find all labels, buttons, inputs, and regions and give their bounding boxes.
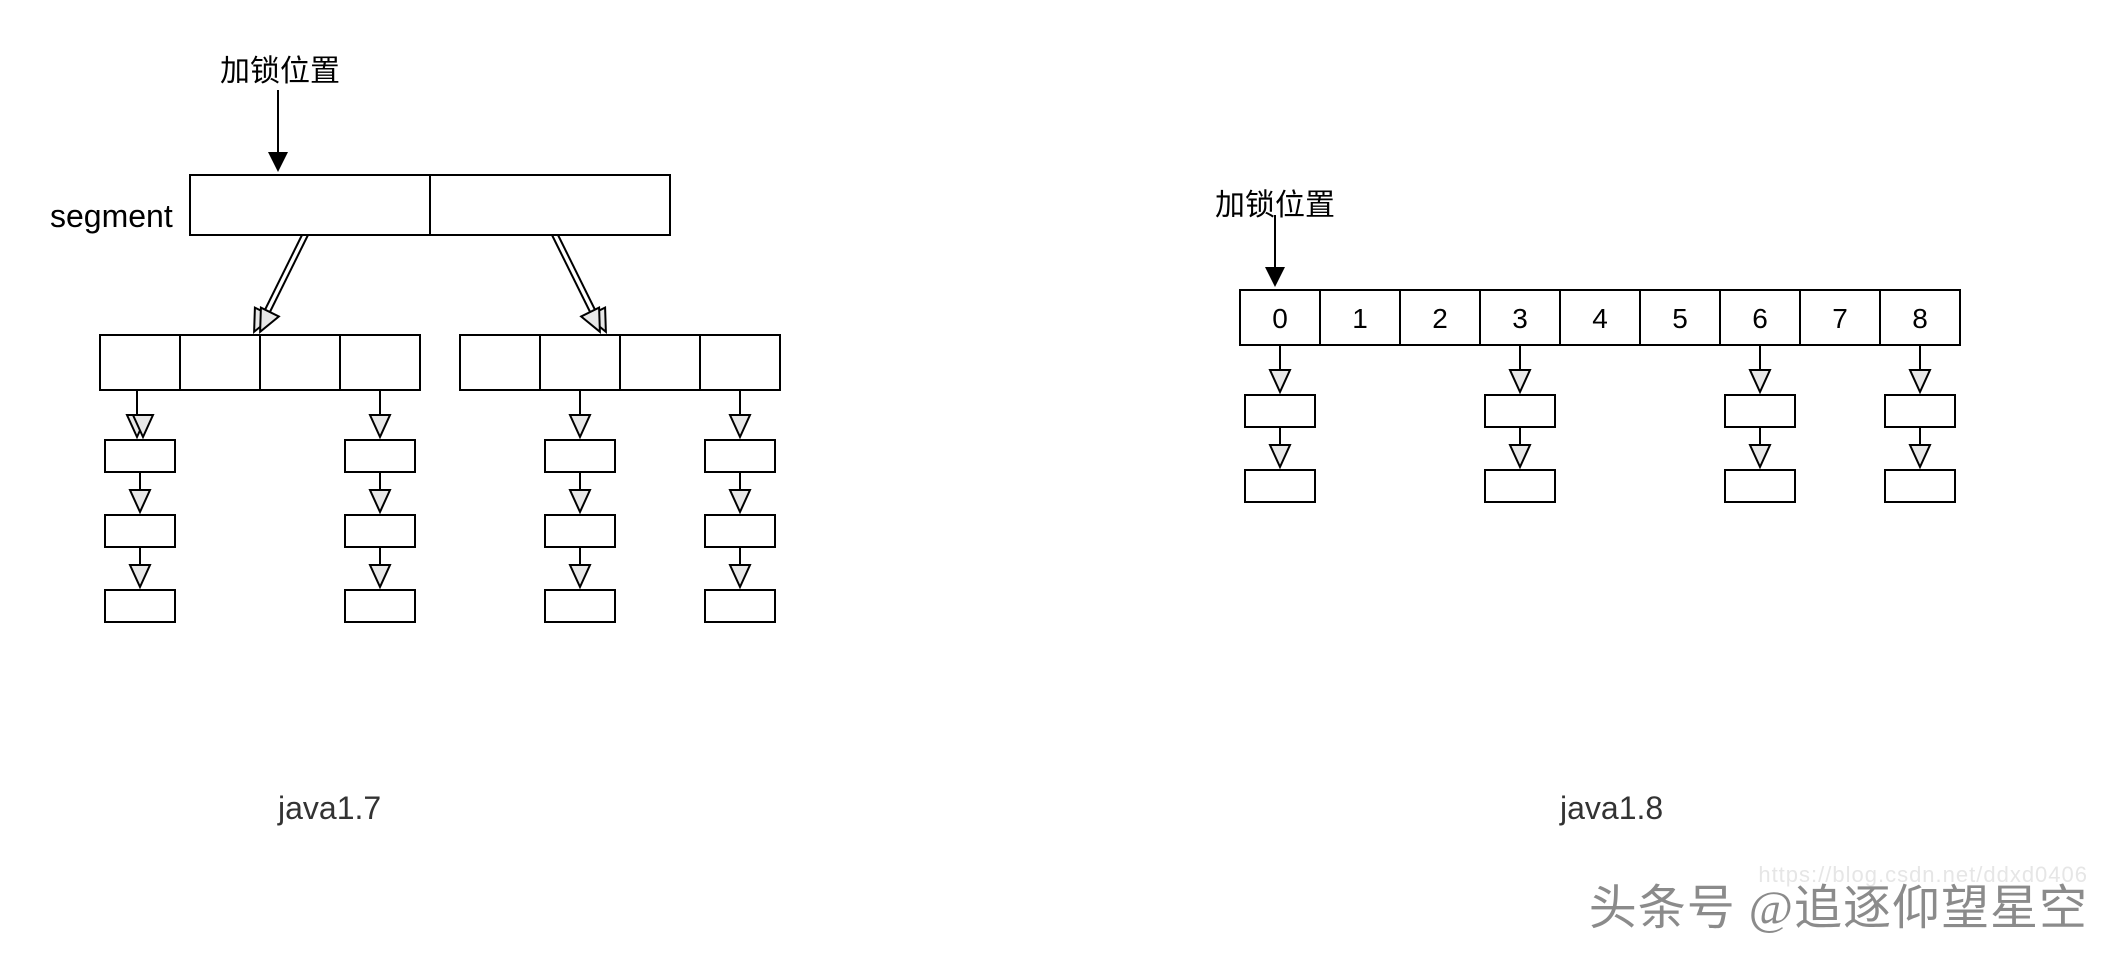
- bucket-label-6: 6: [1752, 303, 1768, 334]
- chains-left-diagram: [105, 390, 775, 622]
- left-diagram-svg: [50, 60, 830, 760]
- author-watermark: 头条号 @追逐仰望星空: [1589, 868, 2088, 938]
- segment-row: [190, 175, 670, 235]
- right-diagram-svg: 0 1 2 3 4 5 6 7 8: [1180, 200, 2080, 760]
- bucket-label-5: 5: [1672, 303, 1688, 334]
- bucket-label-8: 8: [1912, 303, 1928, 334]
- bucket-label-1: 1: [1352, 303, 1368, 334]
- segment-to-buckets-arrows: [255, 235, 605, 330]
- diagram-canvas: 加锁位置 segment: [0, 0, 2118, 958]
- bucket-label-4: 4: [1592, 303, 1608, 334]
- caption-left: java1.7: [278, 790, 381, 827]
- bucket-label-3: 3: [1512, 303, 1528, 334]
- bucket-row-right: [460, 335, 780, 390]
- caption-right: java1.8: [1560, 790, 1663, 827]
- chains-right-diagram: [1245, 345, 1955, 502]
- bucket-label-7: 7: [1832, 303, 1848, 334]
- bucket-label-0: 0: [1272, 303, 1288, 334]
- bucket-row-left: [100, 335, 420, 390]
- bucket-label-2: 2: [1432, 303, 1448, 334]
- bucket-row-right-diagram: 0 1 2 3 4 5 6 7 8: [1240, 290, 1960, 345]
